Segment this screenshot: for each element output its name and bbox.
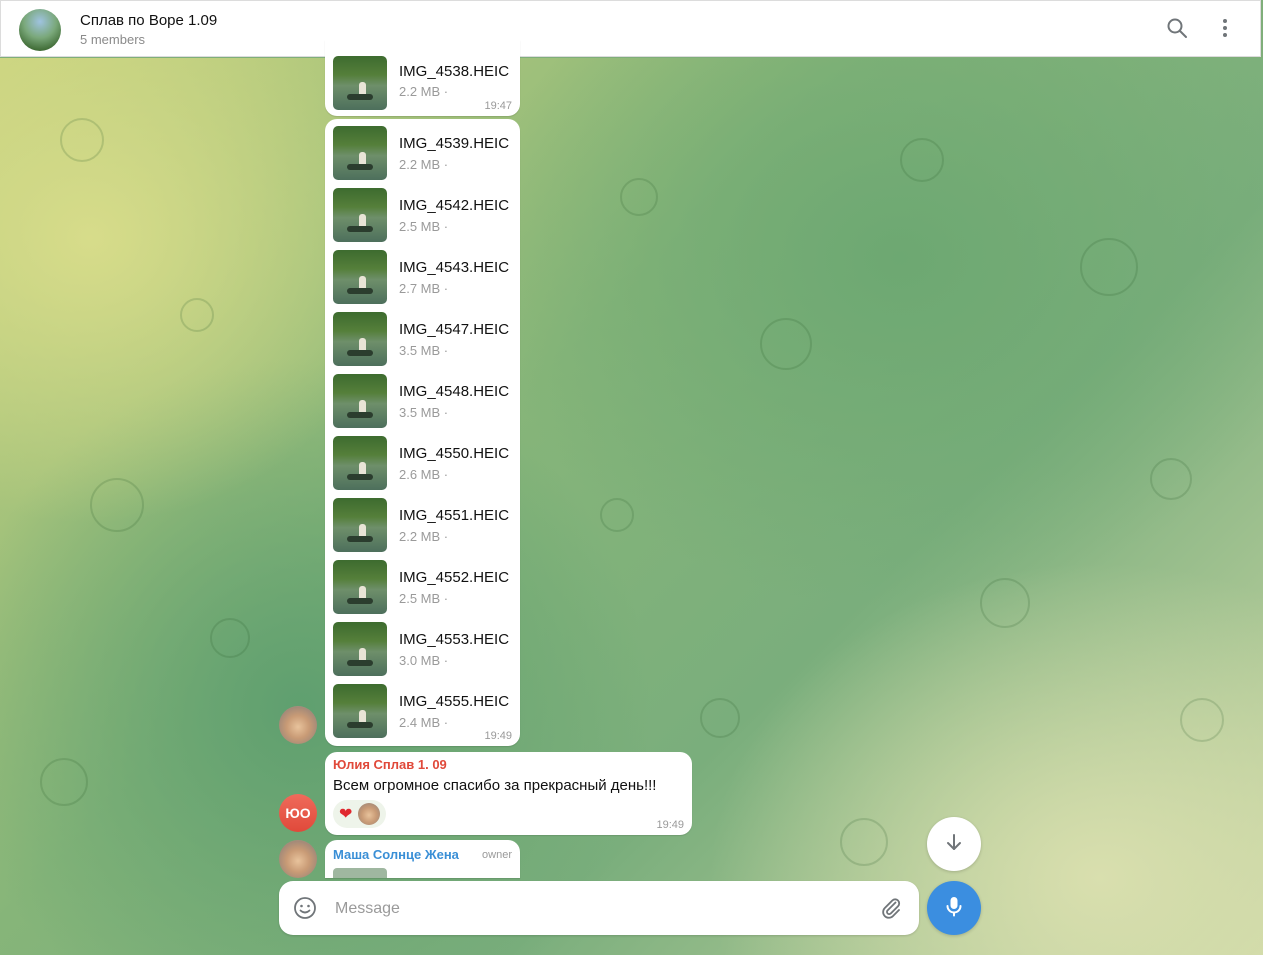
more-menu-button[interactable] <box>1209 14 1241 46</box>
file-thumbnail <box>333 868 387 878</box>
file-item[interactable]: IMG_4543.HEIC 2.7 MB · <box>333 250 518 306</box>
file-name: IMG_4542.HEIC <box>399 197 510 214</box>
file-size: 2.5 MB · <box>399 219 449 234</box>
file-size: 2.2 MB · <box>399 84 449 99</box>
message-time: 19:49 <box>484 730 512 742</box>
message-input[interactable] <box>333 895 857 923</box>
file-thumbnail <box>333 436 387 490</box>
file-size: 3.5 MB · <box>399 343 449 358</box>
sender-avatar[interactable] <box>279 840 317 878</box>
member-count[interactable]: 5 members <box>80 32 145 47</box>
file-name: IMG_4547.HEIC <box>399 321 510 338</box>
file-name: IMG_4552.HEIC <box>399 569 510 586</box>
file-list-bubble: IMG_4539.HEIC 2.2 MB · IMG_4542.HEIC 2.5 MB… <box>325 119 520 746</box>
file-name: IMG_4555.HEIC <box>399 693 510 710</box>
file-size: 2.6 MB · <box>399 467 449 482</box>
owner-badge: owner <box>482 849 512 861</box>
file-thumbnail <box>333 312 387 366</box>
microphone-icon <box>943 895 965 922</box>
file-item[interactable]: IMG_4539.HEIC 2.2 MB · <box>333 126 518 182</box>
group-avatar[interactable] <box>19 9 61 51</box>
search-button[interactable] <box>1161 14 1193 46</box>
file-size: 3.0 MB · <box>399 653 449 668</box>
text-message-bubble: Юлия Сплав 1. 09 Всем огромное спасибо з… <box>325 752 692 835</box>
file-thumbnail <box>333 250 387 304</box>
heart-icon: ❤ <box>339 806 353 823</box>
message-time: 19:49 <box>656 819 684 831</box>
sender-name[interactable]: Маша Солнце Жена <box>333 847 459 862</box>
file-size: 3.5 MB · <box>399 405 449 420</box>
sender-name[interactable]: Юлия Сплав 1. 09 <box>333 757 447 772</box>
file-item[interactable]: IMG_4542.HEIC 2.5 MB · <box>333 188 518 244</box>
file-thumbnail <box>333 56 387 110</box>
smile-icon[interactable] <box>293 896 317 925</box>
file-item[interactable]: IMG_4552.HEIC 2.5 MB · <box>333 560 518 616</box>
file-thumbnail <box>333 560 387 614</box>
file-name: IMG_4548.HEIC <box>399 383 510 400</box>
more-vertical-icon <box>1222 18 1228 43</box>
file-thumbnail <box>333 374 387 428</box>
reaction-chip[interactable]: ❤ <box>333 800 387 828</box>
file-item[interactable]: IMG_4550.HEIC 2.6 MB · <box>333 436 518 492</box>
file-item[interactable]: IMG_4547.HEIC 3.5 MB · <box>333 312 518 368</box>
file-item[interactable]: IMG_4553.HEIC 3.0 MB · <box>333 622 518 678</box>
file-name: IMG_4539.HEIC <box>399 135 510 152</box>
arrow-down-icon <box>944 832 964 857</box>
search-icon <box>1166 17 1188 44</box>
file-size: 2.2 MB · <box>399 529 449 544</box>
file-name: IMG_4553.HEIC <box>399 631 510 648</box>
file-thumbnail <box>333 188 387 242</box>
file-thumbnail <box>333 622 387 676</box>
file-size: 2.5 MB · <box>399 591 449 606</box>
message-text: Всем огромное спасибо за прекрасный день… <box>333 777 657 794</box>
scroll-down-button[interactable] <box>927 817 981 871</box>
file-name: IMG_4543.HEIC <box>399 259 510 276</box>
file-size: 2.2 MB · <box>399 157 449 172</box>
file-item[interactable]: IMG_4551.HEIC 2.2 MB · <box>333 498 518 554</box>
sender-avatar[interactable] <box>279 706 317 744</box>
message-composer <box>279 881 919 935</box>
chat-header: Сплав по Воре 1.09 5 members <box>0 0 1261 57</box>
paperclip-icon[interactable] <box>879 896 903 925</box>
sender-avatar[interactable]: ЮО <box>279 794 317 832</box>
message-bubble-partial: Маша Солнце Жена owner <box>325 840 520 878</box>
file-size: 2.4 MB · <box>399 715 449 730</box>
file-item[interactable]: IMG_4548.HEIC 3.5 MB · <box>333 374 518 430</box>
file-size: 2.7 MB · <box>399 281 449 296</box>
file-thumbnail <box>333 684 387 738</box>
message-time: 19:47 <box>484 100 512 112</box>
file-name: IMG_4550.HEIC <box>399 445 510 462</box>
file-message-bubble: IMG_4538.HEIC 2.2 MB · 19:47 <box>325 40 520 116</box>
file-thumbnail <box>333 126 387 180</box>
chat-title[interactable]: Сплав по Воре 1.09 <box>80 12 217 29</box>
reactor-avatar <box>358 803 381 825</box>
file-thumbnail <box>333 498 387 552</box>
file-name: IMG_4551.HEIC <box>399 507 510 524</box>
file-name: IMG_4538.HEIC <box>399 63 510 80</box>
voice-record-button[interactable] <box>927 881 981 935</box>
